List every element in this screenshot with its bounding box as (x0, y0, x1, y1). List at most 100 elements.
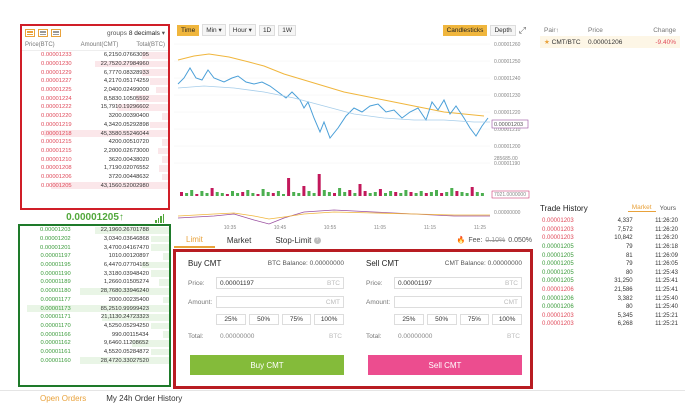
groups-select[interactable]: groups 8 decimals ▾ (107, 29, 165, 37)
orderbook-bids-panel: 0.00001203 22,196 0.26701788 0.00001202 3,03… (18, 224, 171, 387)
buy-pct-50[interactable]: 50% (248, 314, 279, 325)
sell-price-label: Price: (366, 280, 383, 287)
bid-total: 0.33027520 (118, 357, 149, 364)
buy-pct-75[interactable]: 75% (281, 314, 312, 325)
col-change[interactable]: Change (632, 27, 676, 34)
ask-row[interactable]: 0.00001224 8,583 0.10505592 (22, 94, 168, 103)
ask-price: 0.00001227 (41, 78, 72, 85)
tab-market-trades[interactable]: Market (627, 204, 656, 212)
ask-row[interactable]: 0.00001225 2,040 0.02499000 (22, 86, 168, 95)
bids-list: 0.00001203 22,196 0.26701788 0.00001202 3,03… (20, 226, 169, 365)
bid-row[interactable]: 0.00001190 3,318 0.03948420 (20, 269, 169, 278)
ask-row[interactable]: 0.00001222 15,791 0.19296602 (22, 103, 168, 112)
bottom-tabs: Open Orders My 24h Order History (0, 390, 685, 405)
ask-row[interactable]: 0.00001208 1,719 0.02076552 (22, 164, 168, 173)
time-tick: 10:45 (274, 225, 287, 231)
buy-pct-25[interactable]: 25% (216, 314, 246, 325)
bid-row[interactable]: 0.00001189 1,266 0.01505274 (20, 278, 169, 287)
bid-row[interactable]: 0.00001170 4,525 0.05294250 (20, 322, 169, 331)
ask-row[interactable]: 0.00001220 320 0.00390400 (22, 112, 168, 121)
tab-open-orders[interactable]: Open Orders (30, 394, 96, 403)
time-button[interactable]: Time (177, 24, 200, 36)
tab-limit[interactable]: Limit (174, 232, 215, 248)
trade-time: 11:26:20 (655, 218, 678, 225)
star-icon[interactable]: ★ (544, 39, 550, 46)
bid-price: 0.00001177 (40, 296, 71, 303)
col-price[interactable]: Price (588, 27, 632, 34)
ask-row[interactable]: 0.00001227 4,217 0.05174259 (22, 77, 168, 86)
sell-pct-25[interactable]: 25% (394, 314, 424, 325)
sell-amount-input[interactable]: CMT (394, 296, 522, 308)
ask-row[interactable]: 0.00001210 362 0.00438020 (22, 155, 168, 164)
bid-row[interactable]: 0.00001197 101 0.00120897 (20, 252, 169, 261)
bid-row[interactable]: 0.00001202 3,034 0.03646868 (20, 235, 169, 244)
tab-market[interactable]: Market (215, 232, 263, 248)
orderbook-bids-icon[interactable] (38, 29, 48, 37)
trade-row: 0.00001203 5,345 11:25:21 (540, 312, 680, 321)
ask-row[interactable]: 0.00001219 4,342 0.05292898 (22, 121, 168, 130)
tab-24h-order-history[interactable]: My 24h Order History (96, 394, 192, 403)
volume-bar (480, 193, 484, 196)
bid-row[interactable]: 0.00001195 6,447 0.07704165 (20, 261, 169, 270)
trade-row: 0.00001206 3,382 11:25:40 (540, 294, 680, 303)
volume-bar (399, 193, 403, 196)
orderbook-asks-icon[interactable] (51, 29, 61, 37)
pair-row[interactable]: ★ CMT/BTC 0.00001206 -9.40% (540, 36, 680, 48)
bid-row[interactable]: 0.00001171 21,113 0.24723323 (20, 313, 169, 322)
buy-total-label: Total: (188, 333, 204, 340)
bid-row[interactable]: 0.00001160 28,472 0.33027520 (20, 356, 169, 365)
sell-cmt-button[interactable]: Sell CMT (368, 355, 522, 375)
expand-icon[interactable]: ⤢ (519, 25, 530, 36)
buy-cmt-button[interactable]: Buy CMT (190, 355, 344, 375)
bid-row[interactable]: 0.00001166 99 0.00115434 (20, 330, 169, 339)
sell-price-input[interactable]: 0.00001197 BTC (394, 277, 522, 289)
bid-row[interactable]: 0.00001161 4,552 0.05284872 (20, 348, 169, 357)
ask-row[interactable]: 0.00001218 45,358 0.55246044 (22, 129, 168, 138)
volume-bar (358, 184, 362, 196)
ask-row[interactable]: 0.00001230 22,752 0.27984960 (22, 60, 168, 69)
ask-total: 0.10505592 (118, 95, 149, 102)
tab-your-trades[interactable]: Yours (656, 205, 680, 212)
bid-price: 0.00001202 (40, 236, 71, 243)
orderbook-all-icon[interactable] (25, 29, 35, 37)
1d-button[interactable]: 1D (258, 24, 276, 36)
orderbook-toolbar: groups 8 decimals ▾ (22, 26, 168, 40)
bid-row[interactable]: 0.00001203 22,196 0.26701788 (20, 226, 169, 235)
1w-button[interactable]: 1W (278, 24, 296, 36)
sell-pct-75[interactable]: 75% (459, 314, 490, 325)
bid-amount: 3,318 (103, 270, 119, 277)
bid-row[interactable]: 0.00001177 200 0.00235400 (20, 296, 169, 305)
min-select[interactable]: Min ▾ (202, 24, 226, 36)
trade-price: 0.00001206 (542, 287, 574, 294)
buy-amount-input[interactable]: CMT (216, 296, 344, 308)
ask-row[interactable]: 0.00001206 372 0.00448632 (22, 173, 168, 182)
col-pair[interactable]: Pair↑ (544, 27, 588, 34)
ask-total: 0.05174259 (118, 78, 149, 85)
bid-total: 0.99999423 (118, 305, 149, 312)
depth-button[interactable]: Depth (490, 24, 516, 36)
bid-row[interactable]: 0.00001201 3,470 0.04167470 (20, 243, 169, 252)
ask-row[interactable]: 0.00001233 6,215 0.07663095 (22, 51, 168, 60)
volume-bar (450, 188, 454, 196)
buy-pct-100[interactable]: 100% (314, 314, 344, 325)
ask-row[interactable]: 0.00001229 6,777 0.08328933 (22, 68, 168, 77)
ask-total: 0.02076552 (118, 165, 149, 172)
bid-row[interactable]: 0.00001173 85,251 0.99999423 (20, 304, 169, 313)
ask-row[interactable]: 0.00001215 420 0.00510720 (22, 138, 168, 147)
sell-pct-50[interactable]: 50% (426, 314, 457, 325)
chart-area[interactable]: 0.00001260 0.00001250 0.00001240 0.00001230… (174, 38, 530, 232)
bid-amount: 21,113 (101, 314, 119, 321)
volume-bar (231, 191, 234, 196)
sell-pct-100[interactable]: 100% (492, 314, 522, 325)
volume-bar (180, 192, 183, 196)
ask-row[interactable]: 0.00001215 2,200 0.02673000 (22, 147, 168, 156)
tab-stop-limit[interactable]: Stop-Limit ? (263, 232, 332, 248)
hour-select[interactable]: Hour ▾ (228, 24, 256, 36)
volume-bar (241, 192, 245, 196)
buy-price-input[interactable]: 0.00001197 BTC (216, 277, 344, 289)
ask-total: 0.02673000 (118, 147, 149, 154)
candlesticks-button[interactable]: Candlesticks (442, 24, 488, 36)
ask-row[interactable]: 0.00001205 43,156 0.52002980 (22, 181, 168, 190)
bid-row[interactable]: 0.00001162 9,646 0.11208652 (20, 339, 169, 348)
bid-row[interactable]: 0.00001180 28,768 0.33946240 (20, 287, 169, 296)
